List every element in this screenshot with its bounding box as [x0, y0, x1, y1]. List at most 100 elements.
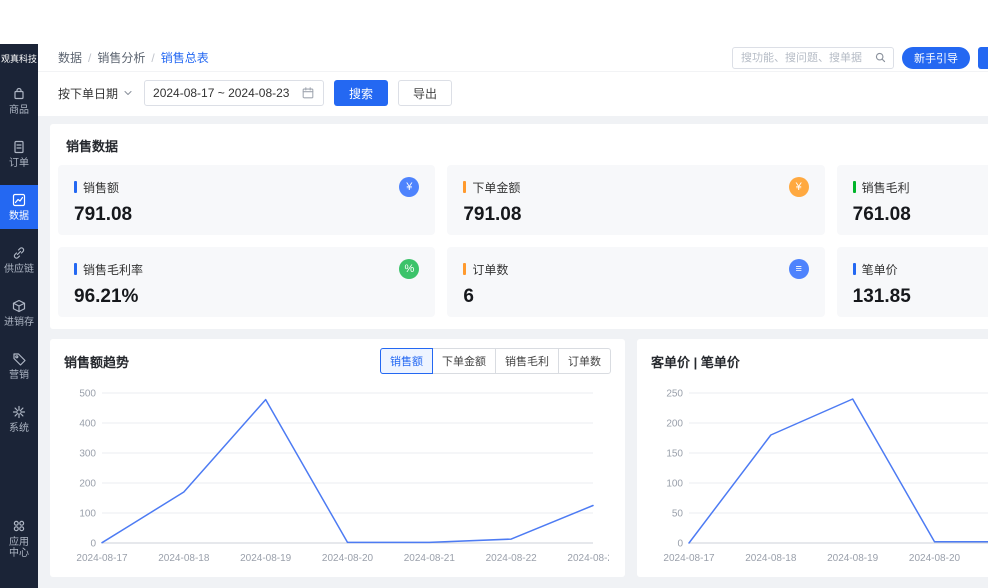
- breadcrumb-current: 销售总表: [161, 49, 209, 66]
- tab-order-count[interactable]: 订单数: [558, 348, 611, 374]
- filter-bar: 按下单日期 搜索 导出: [38, 72, 988, 116]
- calendar-icon[interactable]: [301, 86, 315, 100]
- accent-bar: [853, 263, 856, 275]
- sidebar: 观真科技 商品 订单 数据 供应链: [0, 44, 38, 588]
- sales-data-title: 销售数据: [58, 134, 988, 165]
- stat-value: 791.08: [463, 204, 808, 226]
- sidebar-item-app-center[interactable]: 应用中心: [0, 511, 38, 566]
- svg-text:2024-08-21: 2024-08-21: [404, 553, 456, 564]
- date-type-label: 按下单日期: [58, 85, 118, 102]
- breadcrumb-item[interactable]: 销售分析: [97, 49, 145, 66]
- price-trend-chart: 0501001502002502024-08-172024-08-182024-…: [651, 379, 988, 574]
- svg-text:0: 0: [677, 539, 683, 550]
- tab-sales-amount[interactable]: 销售额: [380, 348, 433, 374]
- stat-tile-gross-profit: 销售毛利 ¥ 761.08: [837, 165, 988, 235]
- sidebar-item-label: 系统: [9, 423, 29, 434]
- top-whitespace: [0, 0, 988, 44]
- sales-trend-title: 销售额趋势: [64, 352, 129, 371]
- stat-value: 96.21%: [74, 286, 419, 308]
- products-icon: [11, 86, 27, 102]
- stat-label: 销售毛利: [862, 179, 910, 196]
- charts-row: 销售额趋势 销售额 下单金额 销售毛利 订单数 0100200300400500…: [50, 339, 988, 577]
- svg-text:2024-08-19: 2024-08-19: [240, 553, 292, 564]
- supply-chain-icon: [11, 245, 27, 261]
- date-range-picker: [144, 80, 324, 106]
- stat-tiles: 销售额 ¥ 791.08 下单金额 ¥: [58, 165, 988, 317]
- date-type-select[interactable]: 按下单日期: [58, 85, 134, 102]
- svg-text:100: 100: [79, 509, 96, 520]
- svg-text:2024-08-20: 2024-08-20: [322, 553, 374, 564]
- beginner-guide-button[interactable]: 新手引导: [902, 47, 970, 69]
- svg-text:2024-08-20: 2024-08-20: [909, 553, 961, 564]
- accent-bar: [74, 263, 77, 275]
- content: 销售数据 销售额 ¥ 791.08: [38, 116, 988, 588]
- sidebar-item-system[interactable]: 系统: [0, 397, 38, 441]
- topbar: 数据 / 销售分析 / 销售总表 新手引导: [38, 44, 988, 72]
- tab-gross-profit[interactable]: 销售毛利: [495, 348, 559, 374]
- sidebar-item-label: 营销: [9, 370, 29, 381]
- data-icon: [11, 192, 27, 208]
- date-range-input[interactable]: [153, 86, 301, 100]
- sidebar-item-label: 供应链: [4, 264, 34, 275]
- search-icon[interactable]: [874, 51, 887, 64]
- svg-text:400: 400: [79, 419, 96, 430]
- price-trend-title: 客单价 | 笔单价: [651, 352, 740, 371]
- stat-tile-per-order-price: 笔单价 ¥ 131.85: [837, 247, 988, 317]
- orders-icon: [11, 139, 27, 155]
- sidebar-item-label: 订单: [9, 158, 29, 169]
- breadcrumb-separator: /: [88, 51, 91, 65]
- stat-tile-sales-amount: 销售额 ¥ 791.08: [58, 165, 435, 235]
- price-trend-card: 客单价 | 笔单价 0501001502002502024-08-172024-…: [637, 339, 988, 577]
- inventory-icon: [11, 298, 27, 314]
- currency-icon: ¥: [789, 177, 809, 197]
- accent-bar: [463, 263, 466, 275]
- stat-value: 131.85: [853, 286, 988, 308]
- app-frame: 观真科技 商品 订单 数据 供应链: [0, 44, 988, 588]
- sidebar-item-inventory[interactable]: 进销存: [0, 291, 38, 335]
- search-input[interactable]: [733, 52, 874, 64]
- sales-trend-chart: 01002003004005002024-08-172024-08-182024…: [64, 379, 611, 574]
- breadcrumb-separator: /: [151, 51, 154, 65]
- chevron-down-icon: [122, 87, 134, 99]
- topbar-right: 新手引导: [732, 47, 988, 69]
- sidebar-item-data[interactable]: 数据: [0, 185, 38, 229]
- metric-tab-group: 销售额 下单金额 销售毛利 订单数: [380, 348, 611, 374]
- sidebar-item-marketing[interactable]: 营销: [0, 344, 38, 388]
- page: 观真科技 商品 订单 数据 供应链: [0, 0, 988, 588]
- svg-text:2024-08-22: 2024-08-22: [486, 553, 538, 564]
- sidebar-item-label: 数据: [9, 211, 29, 222]
- svg-text:200: 200: [79, 479, 96, 490]
- svg-text:2024-08-17: 2024-08-17: [76, 553, 128, 564]
- floating-widget[interactable]: [978, 47, 988, 69]
- search-button[interactable]: 搜索: [334, 80, 388, 106]
- breadcrumb-item[interactable]: 数据: [58, 49, 82, 66]
- svg-text:100: 100: [666, 479, 683, 490]
- sidebar-item-label: 应用中心: [8, 537, 30, 559]
- tab-order-amount[interactable]: 下单金额: [432, 348, 496, 374]
- sidebar-item-supply-chain[interactable]: 供应链: [0, 238, 38, 282]
- brand-logo: 观真科技: [0, 44, 38, 71]
- sidebar-item-products[interactable]: 商品: [0, 79, 38, 123]
- breadcrumb: 数据 / 销售分析 / 销售总表: [58, 49, 209, 66]
- percent-icon: %: [399, 259, 419, 279]
- stat-tile-order-count: 订单数 ≡ 6: [447, 247, 824, 317]
- order-list-icon: ≡: [789, 259, 809, 279]
- app-center-icon: [11, 518, 27, 534]
- svg-text:250: 250: [666, 389, 683, 400]
- accent-bar: [74, 181, 77, 193]
- content-inner: 销售数据 销售额 ¥ 791.08: [50, 124, 988, 577]
- svg-text:50: 50: [672, 509, 684, 520]
- stat-label: 订单数: [472, 261, 508, 278]
- stat-label: 笔单价: [862, 261, 898, 278]
- global-search: [732, 47, 894, 69]
- sidebar-item-orders[interactable]: 订单: [0, 132, 38, 176]
- sidebar-item-label: 进销存: [4, 317, 34, 328]
- stat-value: 791.08: [74, 204, 419, 226]
- svg-text:0: 0: [90, 539, 96, 550]
- accent-bar: [463, 181, 466, 193]
- svg-text:300: 300: [79, 449, 96, 460]
- export-button[interactable]: 导出: [398, 80, 452, 106]
- svg-text:150: 150: [666, 449, 683, 460]
- stat-tile-order-amount: 下单金额 ¥ 791.08: [447, 165, 824, 235]
- system-icon: [11, 404, 27, 420]
